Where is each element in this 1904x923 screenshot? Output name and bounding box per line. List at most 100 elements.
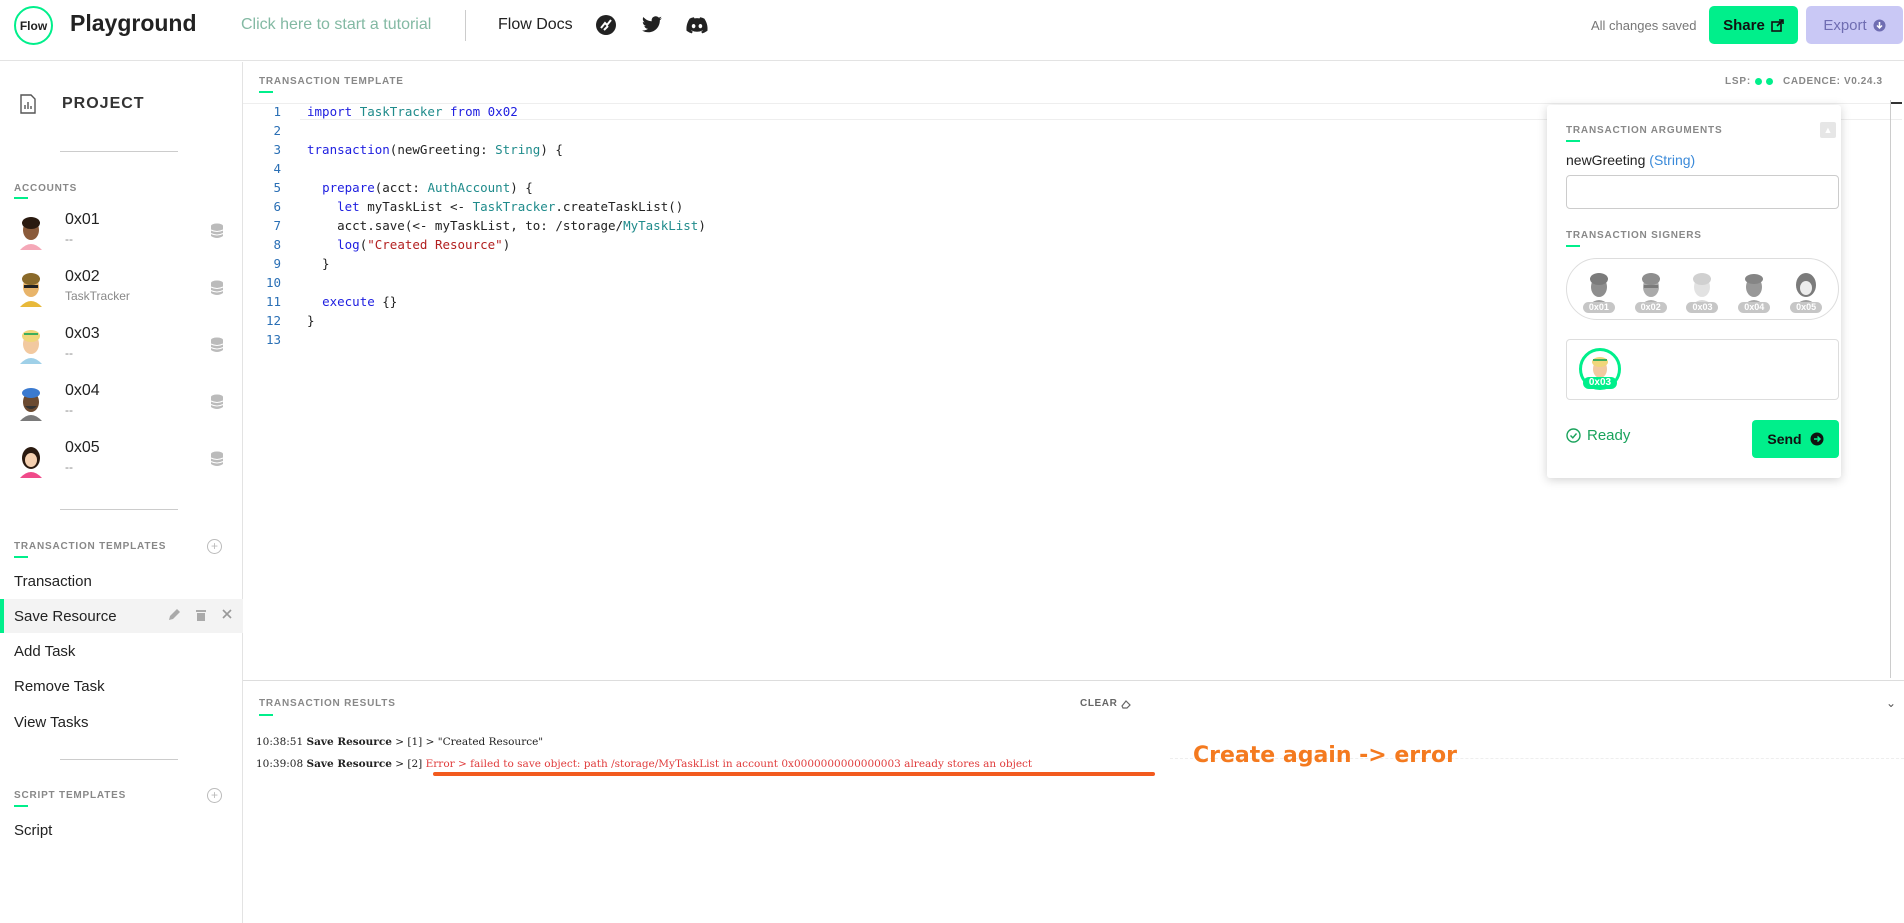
- lsp-dot-icon: [1765, 78, 1773, 85]
- project-file-icon: [20, 94, 36, 114]
- export-icon: [1873, 19, 1886, 31]
- signer-0x05[interactable]: 0x05: [1786, 265, 1826, 313]
- flow-logo[interactable]: Flow: [14, 6, 53, 45]
- database-icon[interactable]: [210, 394, 224, 410]
- discord-icon[interactable]: [686, 14, 708, 36]
- avatar: [1796, 273, 1817, 305]
- account-item-0x02[interactable]: 0x02 TaskTracker: [0, 262, 243, 316]
- sidebar-divider: [60, 759, 178, 760]
- cadence-version: CADENCE: V0.24.3: [1783, 76, 1883, 87]
- template-item-transaction[interactable]: Transaction: [0, 564, 243, 598]
- top-header: Flow Playground Click here to start a tu…: [0, 0, 1904, 61]
- signer-badge: 0x04: [1738, 302, 1771, 313]
- account-contract: --: [65, 232, 73, 246]
- section-underline: [1566, 140, 1580, 142]
- add-transaction-template-button[interactable]: +: [207, 539, 222, 554]
- results-title: TRANSACTION RESULTS: [259, 698, 396, 709]
- share-button[interactable]: Share: [1709, 6, 1798, 44]
- edit-pencil-icon[interactable]: [167, 608, 181, 622]
- export-button[interactable]: Export: [1806, 6, 1903, 44]
- account-contract: --: [65, 346, 73, 360]
- send-label: Send: [1767, 431, 1802, 447]
- result-line: 10:39:08 Save Resource > [2] Error > fai…: [256, 758, 1033, 770]
- chevron-down-icon[interactable]: ⌄: [1886, 696, 1896, 710]
- twitter-icon[interactable]: [641, 14, 663, 36]
- lsp-dot-icon: [1754, 78, 1762, 85]
- template-item-view-tasks[interactable]: View Tasks: [0, 705, 243, 739]
- signer-badge: 0x03: [1583, 377, 1617, 389]
- result-index: [1]: [407, 736, 423, 748]
- avatar: [20, 330, 42, 364]
- check-circle-icon: [1566, 428, 1581, 443]
- arguments-title: TRANSACTION ARGUMENTS: [1566, 125, 1723, 136]
- result-index: [2]: [407, 758, 423, 770]
- sidebar-divider: [60, 151, 178, 152]
- share-label: Share: [1723, 16, 1765, 34]
- signer-badge: 0x05: [1790, 302, 1823, 313]
- avatar: [1588, 273, 1609, 305]
- database-icon[interactable]: [210, 223, 224, 239]
- project-label: PROJECT: [62, 95, 145, 112]
- signer-0x04[interactable]: 0x04: [1734, 265, 1774, 313]
- export-label: Export: [1823, 16, 1867, 34]
- account-address: 0x04: [65, 382, 100, 399]
- account-address: 0x01: [65, 211, 100, 228]
- trash-icon[interactable]: [195, 608, 207, 622]
- database-icon[interactable]: [210, 337, 224, 353]
- section-underline: [259, 91, 273, 93]
- close-icon[interactable]: [221, 608, 233, 620]
- scrollbar-thumb[interactable]: [1891, 102, 1902, 104]
- send-button[interactable]: Send: [1752, 420, 1839, 458]
- project-header[interactable]: PROJECT: [20, 94, 145, 114]
- signer-0x01[interactable]: 0x01: [1579, 265, 1619, 313]
- editor-title: TRANSACTION TEMPLATE: [259, 76, 404, 87]
- template-actions: [167, 608, 233, 622]
- result-message: "Created Resource": [437, 736, 544, 748]
- editor-scrollbar[interactable]: [1890, 100, 1891, 678]
- results-divider[interactable]: [243, 680, 1904, 681]
- template-label: Transaction: [14, 572, 92, 590]
- account-address: 0x05: [65, 439, 100, 456]
- account-contract: TaskTracker: [65, 289, 130, 303]
- template-item-script[interactable]: Script: [0, 813, 243, 847]
- result-error-message: failed to save object: path /storage/MyT…: [470, 758, 1033, 770]
- database-icon[interactable]: [210, 280, 224, 296]
- argument-label: newGreeting (String): [1566, 152, 1695, 168]
- account-item-0x03[interactable]: 0x03 --: [0, 319, 243, 373]
- transaction-templates-title: TRANSACTION TEMPLATES: [14, 541, 167, 552]
- add-script-template-button[interactable]: +: [207, 788, 222, 803]
- avatar: [20, 273, 42, 307]
- signer-badge: 0x02: [1634, 302, 1667, 313]
- signer-0x03[interactable]: 0x03: [1682, 265, 1722, 313]
- app-title: Playground: [70, 10, 197, 36]
- template-item-save-resource[interactable]: Save Resource: [0, 599, 243, 633]
- avatar: [20, 388, 42, 421]
- template-item-add-task[interactable]: Add Task: [0, 634, 243, 668]
- lsp-status: LSP:: [1725, 76, 1773, 87]
- lsp-label: LSP:: [1725, 76, 1751, 87]
- template-label: Add Task: [14, 642, 76, 660]
- selected-signers-box[interactable]: 0x03: [1566, 339, 1839, 400]
- argument-name: newGreeting: [1566, 152, 1646, 168]
- script-templates-title: SCRIPT TEMPLATES: [14, 790, 127, 801]
- account-item-0x04[interactable]: 0x04 --: [0, 376, 243, 430]
- tutorial-link[interactable]: Click here to start a tutorial: [241, 16, 431, 34]
- clear-results-button[interactable]: CLEAR: [1080, 698, 1132, 709]
- signer-badge: 0x01: [1582, 302, 1615, 313]
- ready-status: Ready: [1566, 427, 1630, 444]
- account-item-0x05[interactable]: 0x05 --: [0, 433, 243, 487]
- collapse-panel-button[interactable]: ▲: [1820, 122, 1836, 138]
- section-underline: [259, 714, 273, 716]
- annotation-underline: [433, 772, 1155, 776]
- save-status: All changes saved: [1591, 18, 1697, 33]
- transaction-arguments-panel: TRANSACTION ARGUMENTS ▲ newGreeting (Str…: [1547, 105, 1841, 478]
- database-icon[interactable]: [210, 451, 224, 467]
- sidebar: PROJECT ACCOUNTS 0x01 -- 0x02 TaskTracke…: [0, 62, 243, 923]
- signer-0x02[interactable]: 0x02: [1631, 265, 1671, 313]
- flow-docs-link[interactable]: Flow Docs: [498, 16, 573, 34]
- new-greeting-input[interactable]: [1566, 175, 1839, 209]
- selected-signer-0x03[interactable]: 0x03: [1579, 348, 1621, 390]
- account-item-0x01[interactable]: 0x01 --: [0, 205, 243, 259]
- template-item-remove-task[interactable]: Remove Task: [0, 669, 243, 703]
- flow-docs-runner-icon[interactable]: [595, 14, 617, 36]
